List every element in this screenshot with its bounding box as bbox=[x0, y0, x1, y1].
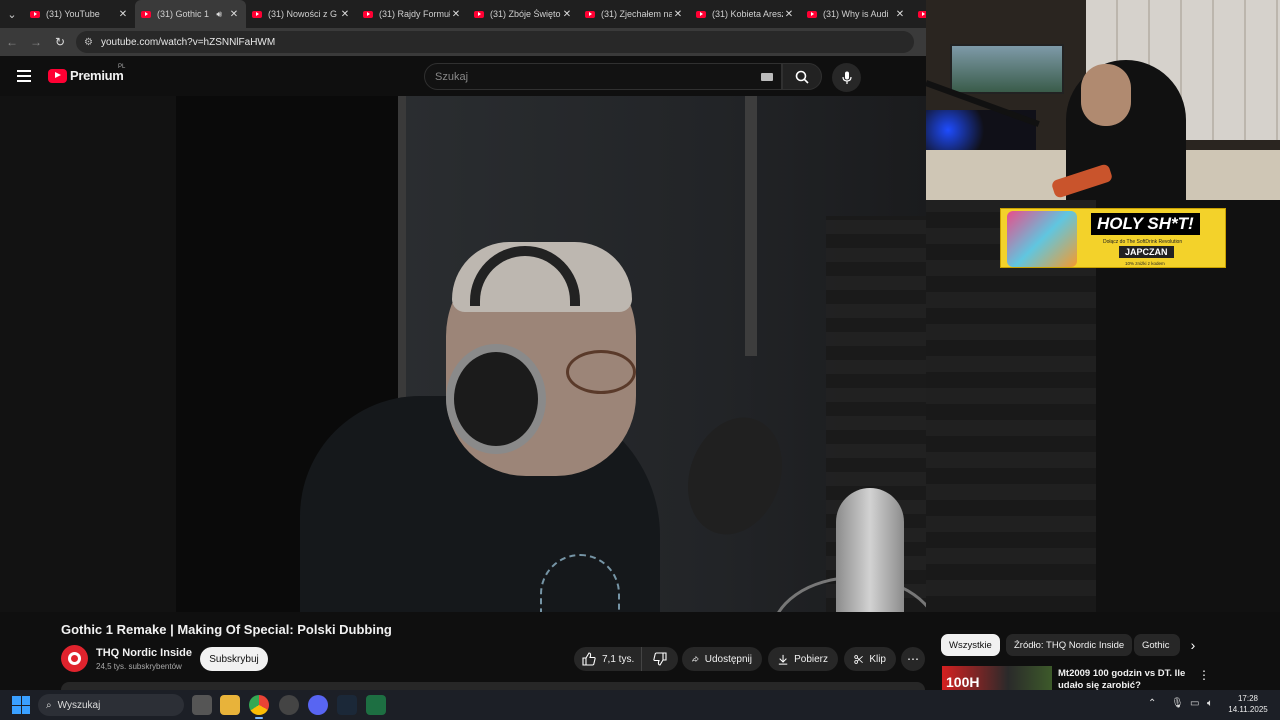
browser-tab[interactable]: (31) Kobieta Aresz ✕ bbox=[690, 0, 801, 28]
chip-source[interactable]: Źródło: THQ Nordic Inside bbox=[1006, 634, 1133, 656]
browser-tab[interactable]: (31) Zbóje Święto ✕ bbox=[468, 0, 579, 28]
subscribe-button[interactable]: Subskrybuj bbox=[200, 647, 268, 671]
tab-close-icon[interactable]: ✕ bbox=[117, 9, 129, 20]
youtube-premium-logo[interactable]: Premium PL bbox=[48, 64, 125, 83]
youtube-favicon-icon bbox=[363, 10, 373, 18]
browser-tab[interactable]: (31) Zjechałem na ✕ bbox=[579, 0, 690, 28]
thumbs-up-icon bbox=[582, 652, 596, 666]
excel-icon[interactable] bbox=[366, 695, 386, 715]
search-icon bbox=[795, 70, 809, 84]
tab-search-chevron-icon[interactable]: ⌄ bbox=[4, 3, 20, 25]
search-input[interactable]: Szukaj bbox=[424, 63, 782, 90]
microphone-icon bbox=[841, 71, 852, 84]
streamer-webcam bbox=[926, 0, 1280, 200]
steam-icon[interactable] bbox=[337, 695, 357, 715]
discord-icon[interactable] bbox=[308, 695, 328, 715]
youtube-favicon-icon bbox=[807, 10, 817, 18]
taskbar-search[interactable]: ⌕ Wyszukaj bbox=[38, 694, 184, 716]
like-count: 7,1 tys. bbox=[602, 653, 635, 665]
youtube-favicon-icon bbox=[918, 10, 926, 18]
share-button[interactable]: Udostępnij bbox=[682, 647, 762, 671]
chip-all[interactable]: Wszystkie bbox=[941, 634, 1000, 656]
like-button[interactable]: 7,1 tys. bbox=[574, 647, 642, 671]
tab-close-icon[interactable]: ✕ bbox=[672, 9, 684, 20]
search-icon: ⌕ bbox=[46, 699, 52, 711]
channel-avatar[interactable] bbox=[61, 645, 88, 672]
task-view-icon[interactable] bbox=[192, 695, 212, 715]
chrome-icon[interactable] bbox=[249, 695, 269, 719]
forward-icon[interactable]: → bbox=[24, 35, 48, 49]
keyboard-icon[interactable] bbox=[761, 73, 773, 81]
reload-icon[interactable]: ↻ bbox=[48, 35, 72, 49]
site-info-icon[interactable]: ⚙ bbox=[84, 37, 93, 48]
tab-close-icon[interactable]: ✕ bbox=[228, 9, 240, 20]
youtube-favicon-icon bbox=[585, 10, 595, 18]
voice-search-button[interactable] bbox=[832, 63, 861, 92]
file-explorer-icon[interactable] bbox=[220, 695, 240, 715]
product-image bbox=[1007, 211, 1077, 267]
browser-tab-strip: ⌄ (31) YouTube ✕ (31) Gothic 1 🔊︎ ✕ (31)… bbox=[0, 0, 926, 28]
search-button[interactable] bbox=[782, 63, 822, 90]
browser-tab[interactable]: (31) Why is Audi ✕ bbox=[801, 0, 912, 28]
browser-tab[interactable]: (31) Rajdy Formuł ✕ bbox=[357, 0, 468, 28]
youtube-favicon-icon bbox=[474, 10, 484, 18]
chevron-right-icon[interactable]: › bbox=[1184, 636, 1202, 654]
channel-subscriber-count: 24,5 tys. subskrybentów bbox=[96, 662, 182, 671]
recommendation-menu-icon[interactable]: ⋮ bbox=[1198, 668, 1210, 682]
youtube-favicon-icon bbox=[30, 10, 40, 18]
menu-icon[interactable] bbox=[17, 70, 31, 82]
network-icon[interactable]: ▭ bbox=[1190, 698, 1199, 709]
chip-gothic[interactable]: Gothic bbox=[1134, 634, 1180, 656]
volume-icon[interactable]: 🔈︎ bbox=[1207, 698, 1213, 709]
clip-button[interactable]: Klip bbox=[844, 647, 896, 671]
browser-tab[interactable]: (31) YouTube ✕ bbox=[24, 0, 135, 28]
youtube-header: Premium PL Szukaj bbox=[0, 56, 926, 96]
download-icon bbox=[778, 654, 788, 665]
video-title: Gothic 1 Remake | Making Of Special: Pol… bbox=[61, 622, 392, 637]
tab-audio-icon[interactable]: 🔊︎ bbox=[216, 9, 222, 20]
tab-close-icon[interactable]: ✕ bbox=[783, 9, 795, 20]
address-bar[interactable]: ⚙ youtube.com/watch?v=hZSNNlFaHWM bbox=[76, 31, 914, 53]
taskbar-clock[interactable]: 17:28 14.11.2025 bbox=[1222, 693, 1274, 715]
browser-tab-partial[interactable] bbox=[912, 0, 926, 28]
more-actions-icon[interactable]: ⋯ bbox=[901, 647, 925, 671]
video-player[interactable] bbox=[0, 96, 926, 612]
download-button[interactable]: Pobierz bbox=[768, 647, 838, 671]
browser-toolbar: ← → ↻ ⚙ youtube.com/watch?v=hZSNNlFaHWM bbox=[0, 28, 926, 56]
recommendation-title[interactable]: Mt2009 100 godzin vs DT. Ile udało się z… bbox=[1058, 668, 1188, 690]
tray-overflow-icon[interactable]: ⌃ bbox=[1148, 698, 1156, 709]
recommendation-thumbnail[interactable]: 100H bbox=[942, 666, 1052, 690]
microphone-tray-icon[interactable]: 🎙︎ bbox=[1171, 698, 1184, 709]
tab-close-icon[interactable]: ✕ bbox=[894, 9, 906, 20]
share-icon bbox=[692, 655, 699, 663]
tab-close-icon[interactable]: ✕ bbox=[450, 9, 462, 20]
scissors-icon bbox=[854, 654, 863, 664]
sponsor-banner: HOLY SH*T! Dołącz do The SoftDrink Revol… bbox=[1000, 208, 1226, 268]
youtube-favicon-icon bbox=[252, 10, 262, 18]
tab-close-icon[interactable]: ✕ bbox=[339, 9, 351, 20]
youtube-play-icon bbox=[48, 68, 67, 83]
tab-close-icon[interactable]: ✕ bbox=[561, 9, 573, 20]
youtube-favicon-icon bbox=[141, 10, 151, 18]
thumbs-down-icon bbox=[653, 652, 667, 666]
description-box[interactable] bbox=[61, 682, 925, 690]
like-dislike-group: 7,1 tys. bbox=[574, 647, 678, 671]
app-icon[interactable] bbox=[279, 695, 299, 715]
back-icon[interactable]: ← bbox=[0, 35, 24, 49]
youtube-favicon-icon bbox=[696, 10, 706, 18]
windows-start-icon[interactable] bbox=[12, 696, 30, 714]
browser-tab-active[interactable]: (31) Gothic 1 🔊︎ ✕ bbox=[135, 0, 246, 28]
browser-tab[interactable]: (31) Nowości z G ✕ bbox=[246, 0, 357, 28]
url-text: youtube.com/watch?v=hZSNNlFaHWM bbox=[100, 36, 276, 48]
dislike-button[interactable] bbox=[642, 647, 678, 671]
channel-name[interactable]: THQ Nordic Inside bbox=[96, 647, 192, 659]
